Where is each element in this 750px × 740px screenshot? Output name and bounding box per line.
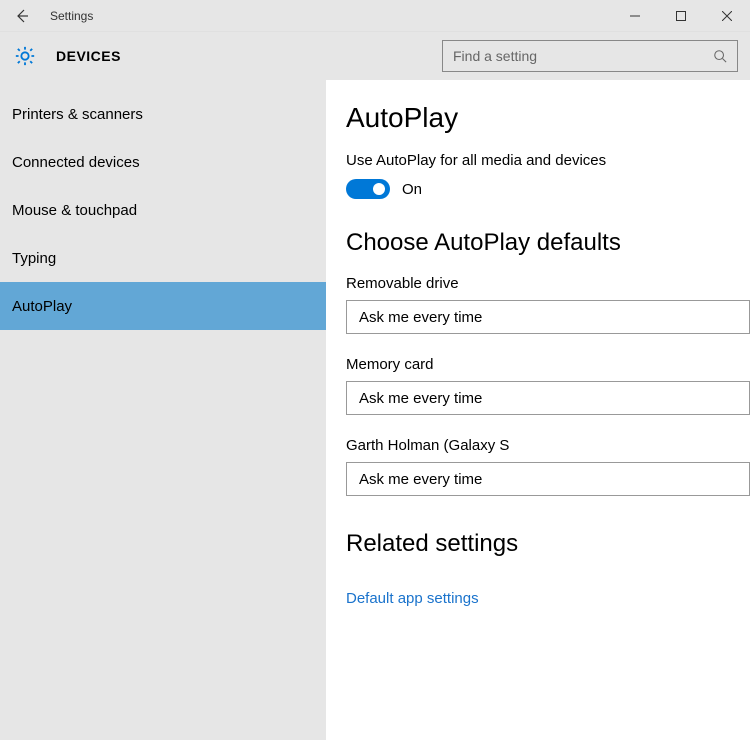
select-value: Ask me every time [359, 309, 482, 326]
back-arrow-icon [14, 8, 30, 24]
page-title: AutoPlay [346, 102, 750, 134]
field-label-memory-card: Memory card [346, 356, 750, 373]
sidebar-item-typing[interactable]: Typing [0, 234, 326, 282]
toggle-state: On [402, 181, 422, 198]
minimize-button[interactable] [612, 0, 658, 32]
toggle-label: Use AutoPlay for all media and devices [346, 152, 750, 169]
sidebar-item-label: Typing [12, 250, 56, 267]
defaults-title: Choose AutoPlay defaults [346, 229, 750, 257]
titlebar: Settings [0, 0, 750, 32]
select-device-galaxy[interactable]: Ask me every time [346, 462, 750, 496]
sidebar-item-autoplay[interactable]: AutoPlay [0, 282, 326, 330]
select-removable-drive[interactable]: Ask me every time [346, 300, 750, 334]
link-default-app-settings[interactable]: Default app settings [346, 590, 479, 607]
close-icon [722, 11, 732, 21]
field-label-removable-drive: Removable drive [346, 275, 750, 292]
sidebar-item-connected-devices[interactable]: Connected devices [0, 138, 326, 186]
sidebar-item-label: AutoPlay [12, 298, 72, 315]
sidebar-item-mouse-touchpad[interactable]: Mouse & touchpad [0, 186, 326, 234]
select-value: Ask me every time [359, 471, 482, 488]
search-icon [713, 49, 727, 63]
back-button[interactable] [0, 0, 44, 32]
field-label-device-galaxy: Garth Holman (Galaxy S [346, 437, 750, 454]
search-box[interactable] [442, 40, 738, 72]
select-memory-card[interactable]: Ask me every time [346, 381, 750, 415]
sidebar-item-label: Mouse & touchpad [12, 202, 137, 219]
minimize-icon [630, 11, 640, 21]
sidebar: Printers & scanners Connected devices Mo… [0, 80, 326, 740]
close-button[interactable] [704, 0, 750, 32]
maximize-button[interactable] [658, 0, 704, 32]
select-value: Ask me every time [359, 390, 482, 407]
toggle-knob [373, 183, 385, 195]
sidebar-item-label: Connected devices [12, 154, 140, 171]
related-title: Related settings [346, 530, 750, 558]
window-title: Settings [50, 9, 93, 23]
sidebar-item-printers-scanners[interactable]: Printers & scanners [0, 90, 326, 138]
autoplay-toggle[interactable] [346, 179, 390, 199]
main-content: AutoPlay Use AutoPlay for all media and … [326, 80, 750, 740]
section-title: DEVICES [56, 48, 121, 64]
maximize-icon [676, 11, 686, 21]
gear-icon [14, 45, 36, 67]
header-bar: DEVICES [0, 32, 750, 80]
search-input[interactable] [453, 48, 713, 64]
sidebar-item-label: Printers & scanners [12, 106, 143, 123]
